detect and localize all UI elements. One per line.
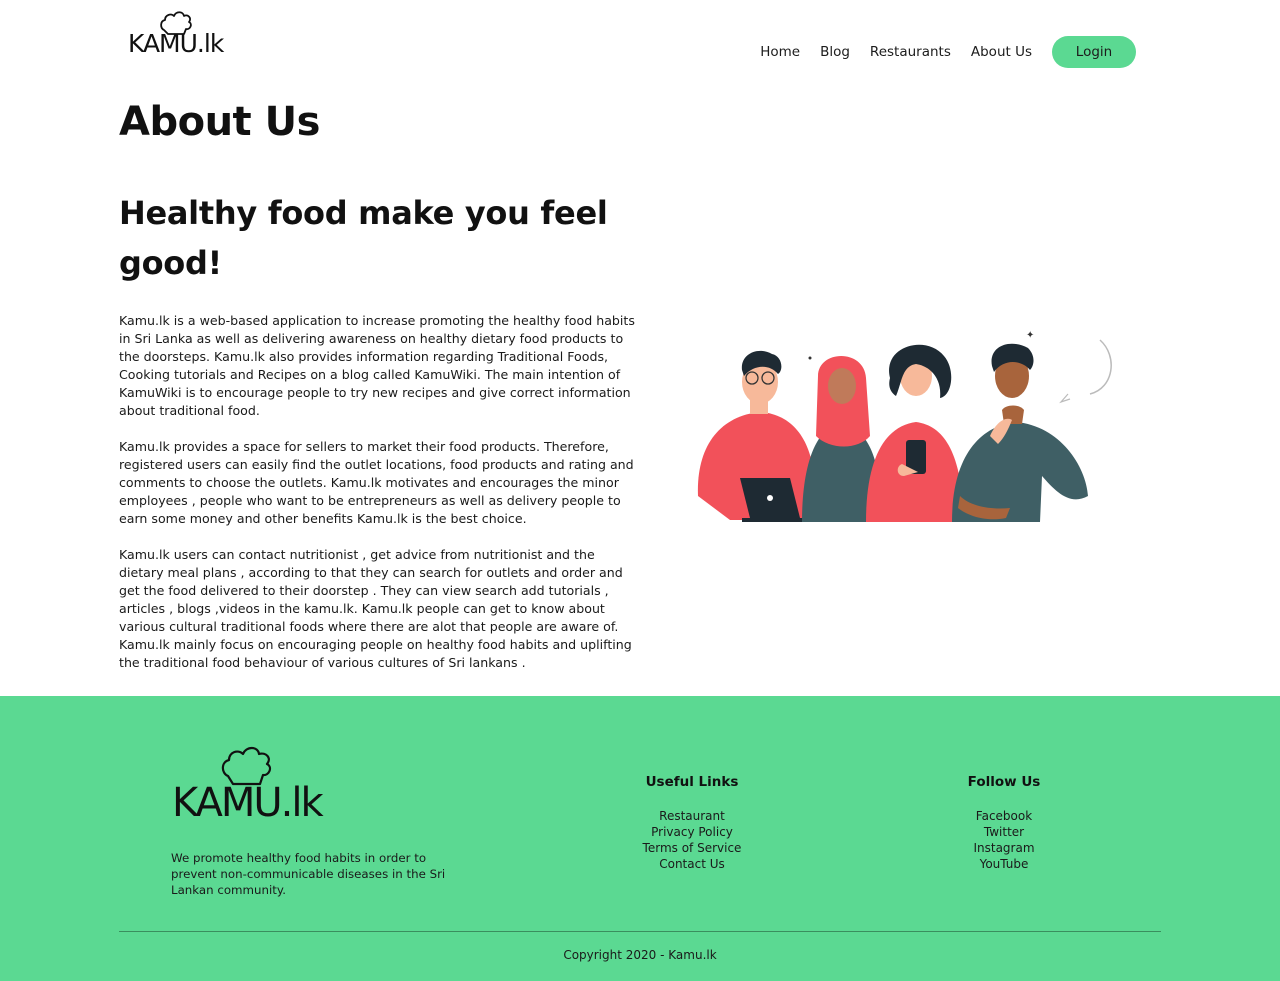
site-logo[interactable]: KAMU.lk: [126, 6, 236, 58]
about-paragraph: Kamu.lk users can contact nutritionist ,…: [119, 547, 632, 670]
chef-hat-logo-icon: KAMU.lk: [128, 11, 226, 58]
nav-home[interactable]: Home: [760, 36, 800, 68]
svg-text:✦: ✦: [1026, 330, 1034, 341]
chef-hat-logo-icon: KAMU.lk: [172, 746, 327, 826]
social-link-facebook[interactable]: Facebook: [904, 808, 1104, 824]
logo-text: KAMU.lk: [128, 29, 225, 58]
page-title: About Us: [119, 99, 320, 145]
follow-us-heading: Follow Us: [967, 774, 1041, 790]
footer-link-terms-of-service[interactable]: Terms of Service: [592, 840, 792, 856]
main-nav: Home Blog Restaurants About Us Login: [760, 36, 1136, 68]
follow-us-column: Follow Us Facebook Twitter Instagram You…: [904, 774, 1104, 872]
footer-link-restaurant[interactable]: Restaurant: [592, 808, 792, 824]
useful-links-column: Useful Links Restaurant Privacy Policy T…: [592, 774, 792, 872]
footer-description: We promote healthy food habits in order …: [171, 851, 446, 897]
site-footer: KAMU.lk We promote healthy food habits i…: [0, 696, 1280, 981]
people-illustration-icon: ✦: [697, 330, 1112, 522]
site-header: KAMU.lk Home Blog Restaurants About Us L…: [0, 0, 1280, 90]
about-section: About Us Healthy food make you feel good…: [119, 90, 659, 672]
about-paragraph: Kamu.lk provides a space for sellers to …: [119, 439, 634, 526]
headline: Healthy food make you feel good!: [119, 194, 608, 282]
social-link-instagram[interactable]: Instagram: [904, 840, 1104, 856]
useful-links-heading: Useful Links: [645, 774, 739, 790]
nav-restaurants[interactable]: Restaurants: [870, 36, 951, 68]
social-link-youtube[interactable]: YouTube: [904, 856, 1104, 872]
social-link-twitter[interactable]: Twitter: [904, 824, 1104, 840]
footer-logo[interactable]: KAMU.lk: [170, 740, 342, 826]
login-button[interactable]: Login: [1052, 36, 1136, 68]
nav-about-us[interactable]: About Us: [971, 36, 1032, 68]
about-paragraph: Kamu.lk is a web-based application to in…: [119, 313, 635, 418]
copyright-text: Copyright 2020 - Kamu.lk: [563, 948, 717, 962]
footer-divider: [119, 931, 1161, 932]
nav-blog[interactable]: Blog: [820, 36, 850, 68]
footer-link-contact-us[interactable]: Contact Us: [592, 856, 792, 872]
footer-logo-text: KAMU.lk: [172, 780, 325, 824]
people-group-illustration: ✦: [690, 326, 1120, 536]
footer-link-privacy-policy[interactable]: Privacy Policy: [592, 824, 792, 840]
